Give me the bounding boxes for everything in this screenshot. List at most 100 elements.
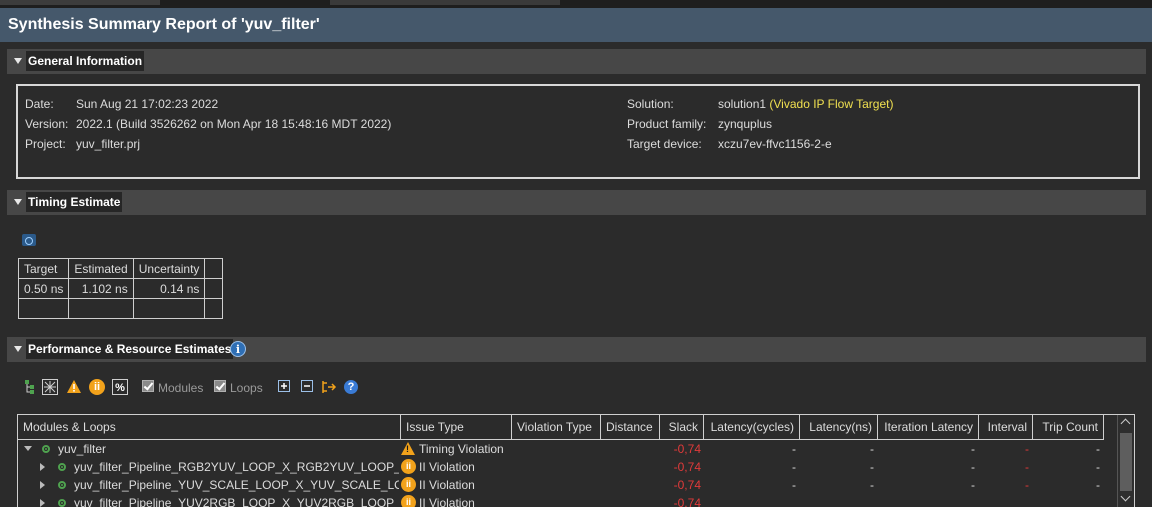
expand-all-icon[interactable] <box>276 379 292 395</box>
expand-toggle-icon[interactable] <box>40 481 45 489</box>
collapse-triangle-icon[interactable] <box>14 346 22 352</box>
ii-violation-icon: ii <box>401 477 416 492</box>
expand-toggle-icon[interactable] <box>40 499 45 507</box>
col-interval[interactable]: Interval <box>979 415 1033 440</box>
timing-cell-empty <box>204 298 224 319</box>
timing-chart-icon[interactable] <box>22 234 36 246</box>
solution-label: Solution: <box>627 97 674 111</box>
report-title-bar: Synthesis Summary Report of 'yuv_filter' <box>0 8 1152 42</box>
loops-checkbox[interactable] <box>214 380 226 392</box>
module-name: yuv_filter_Pipeline_YUV_SCALE_LOOP_X_YUV… <box>74 478 399 492</box>
percent-icon[interactable]: % <box>112 379 128 395</box>
interval-value: - <box>1025 478 1029 492</box>
report-title: Synthesis Summary Report of 'yuv_filter' <box>8 16 320 33</box>
timing-estimated-value: 1.102 ns <box>68 278 134 299</box>
solution-value: solution1 (Vivado IP Flow Target) <box>718 97 893 111</box>
timing-cell-empty <box>17 298 70 319</box>
timing-target-value: 0.50 ns <box>17 278 70 299</box>
issue-type: Timing Violation <box>419 442 504 456</box>
trip-count-value: - <box>1096 460 1100 474</box>
latency-cycles-value: - <box>792 460 796 474</box>
timing-header-empty <box>204 258 224 279</box>
timing-header: Uncertainty <box>132 258 206 279</box>
editor-tab-edge <box>330 0 560 5</box>
section-title: General Information <box>26 51 145 71</box>
col-iteration-latency[interactable]: Iteration Latency <box>878 415 979 440</box>
col-distance[interactable]: Distance <box>601 415 660 440</box>
iteration-latency-value: - <box>971 478 975 492</box>
collapse-triangle-icon[interactable] <box>14 199 22 205</box>
goto-source-icon[interactable] <box>321 379 337 395</box>
timing-cell-empty <box>132 298 206 319</box>
section-timing-estimate[interactable]: Timing Estimate <box>7 190 1146 215</box>
section-performance-resource[interactable]: Performance & Resource Estimates i <box>7 337 1146 362</box>
product-family-label: Product family: <box>627 117 707 131</box>
timing-header: Estimated <box>68 258 134 279</box>
ii-filter-icon[interactable]: ii <box>89 379 105 395</box>
module-icon <box>58 499 66 507</box>
col-trip-count[interactable]: Trip Count <box>1033 415 1104 440</box>
collapse-triangle-icon[interactable] <box>14 58 22 64</box>
module-icon <box>42 445 50 453</box>
ii-violation-icon: ii <box>401 495 416 507</box>
module-name: yuv_filter_Pipeline_RGB2YUV_LOOP_X_RGB2Y… <box>74 460 399 474</box>
modules-checkbox[interactable] <box>142 380 154 392</box>
latency-ns-value: - <box>870 478 874 492</box>
col-latency-ns[interactable]: Latency(ns) <box>800 415 878 440</box>
scroll-down-icon[interactable] <box>1120 491 1131 502</box>
date-label: Date: <box>25 97 54 111</box>
loops-checkbox-label: Loops <box>230 381 263 395</box>
scroll-up-icon[interactable] <box>1120 418 1131 429</box>
timing-value-row: 0.50 ns 1.102 ns 0.14 ns <box>17 278 224 299</box>
col-issue-type[interactable]: Issue Type <box>401 415 512 440</box>
latency-cycles-value: - <box>792 442 796 456</box>
slack-value: -0,74 <box>673 496 701 507</box>
iteration-latency-value: - <box>971 460 975 474</box>
help-icon[interactable]: ? <box>344 380 358 394</box>
iteration-latency-value: - <box>971 442 975 456</box>
timing-table: Target Estimated Uncertainty 0.50 ns 1.1… <box>17 258 224 319</box>
solution-name: solution1 <box>718 97 767 111</box>
flow-target: (Vivado IP Flow Target) <box>769 97 894 111</box>
vertical-scrollbar[interactable] <box>1117 415 1134 507</box>
timing-header: Target <box>17 258 70 279</box>
expand-toggle-icon[interactable] <box>24 446 32 451</box>
collapse-all-icon[interactable] <box>299 379 315 395</box>
trip-count-value: - <box>1096 478 1100 492</box>
timing-empty-row <box>17 298 224 319</box>
col-modules-loops[interactable]: Modules & Loops <box>18 415 401 440</box>
col-latency-cycles[interactable]: Latency(cycles) <box>704 415 800 440</box>
target-device-value: xczu7ev-ffvc1156-2-e <box>718 137 832 151</box>
timing-header-row: Target Estimated Uncertainty <box>17 258 224 279</box>
info-icon[interactable]: i <box>230 341 246 357</box>
timing-violation-icon: ! <box>401 442 415 455</box>
ii-violation-icon: ii <box>401 459 416 474</box>
module-icon <box>58 463 66 471</box>
resource-icon[interactable] <box>42 379 58 395</box>
col-violation-type[interactable]: Violation Type <box>512 415 601 440</box>
col-slack[interactable]: Slack <box>660 415 704 440</box>
issue-type: II Violation <box>419 460 475 474</box>
issue-type: II Violation <box>419 496 475 507</box>
interval-value: - <box>1025 460 1029 474</box>
top-strip <box>0 0 1152 8</box>
modules-loops-grid[interactable]: Modules & Loops Issue Type Violation Typ… <box>17 414 1135 507</box>
warning-filter-icon[interactable] <box>66 379 82 395</box>
slack-value: -0,74 <box>673 460 701 474</box>
editor-tab-edge <box>0 0 160 5</box>
scroll-thumb[interactable] <box>1120 433 1132 491</box>
hierarchy-icon[interactable] <box>22 379 38 395</box>
version-label: Version: <box>25 117 69 131</box>
date-value: Sun Aug 21 17:02:23 2022 <box>76 97 219 111</box>
slack-value: -0,74 <box>673 478 701 492</box>
latency-ns-value: - <box>870 460 874 474</box>
module-name: yuv_filter <box>58 442 107 456</box>
timing-uncertainty-value: 0.14 ns <box>132 278 206 299</box>
modules-checkbox-label: Modules <box>158 381 204 395</box>
section-title: Performance & Resource Estimates <box>26 339 234 359</box>
interval-value: - <box>1025 442 1029 456</box>
project-value: yuv_filter.prj <box>76 137 141 151</box>
section-general-information[interactable]: General Information <box>7 49 1146 74</box>
module-name: yuv_filter_Pipeline_YUV2RGB_LOOP_X_YUV2R… <box>74 496 399 507</box>
expand-toggle-icon[interactable] <box>40 463 45 471</box>
